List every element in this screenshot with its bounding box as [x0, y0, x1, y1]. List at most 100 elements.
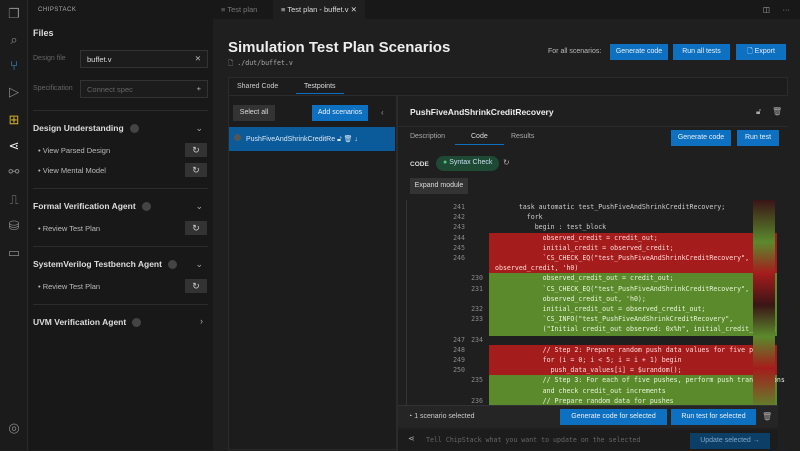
chipstack-sidebar: CHIPSTACK Files Design file buffet.v ✕ Sp…: [28, 0, 213, 450]
more-icon[interactable]: ···: [775, 0, 799, 19]
tab-bar: ≡ Test plan ≡ Test plan - buffet.v ✕ ◫ ·…: [213, 0, 800, 19]
tab-test-plan[interactable]: ≡ Test plan: [213, 0, 265, 19]
export-label: Export: [754, 48, 775, 55]
collapse-icon[interactable]: ‹: [381, 108, 384, 117]
file-path: 🗋 ./dut/buffet.v: [228, 59, 293, 67]
section-title: Design Understanding: [33, 123, 124, 133]
chevron-down-icon[interactable]: ⌄: [195, 123, 203, 134]
tab-results[interactable]: Results: [511, 133, 534, 140]
section-title: SystemVerilog Testbench Agent: [33, 259, 162, 269]
tab-test-plan-buffet[interactable]: ≡ Test plan - buffet.v ✕: [273, 0, 365, 19]
extensions-icon[interactable]: ⊞: [6, 112, 22, 128]
item-review-test-plan[interactable]: • Review Test Plan: [38, 282, 100, 291]
explorer-icon[interactable]: ❐: [6, 6, 22, 22]
design-file-input[interactable]: buffet.v ✕: [80, 50, 208, 68]
section-systemverilog-testbench[interactable]: SystemVerilog Testbench Agent: [33, 259, 177, 270]
tab-label: Test plan: [227, 5, 258, 14]
search-icon[interactable]: ⌕: [6, 32, 22, 48]
clear-icon[interactable]: ✕: [195, 54, 201, 63]
waveform-icon[interactable]: ⎍: [6, 192, 22, 208]
syntax-check-badge[interactable]: ● Syntax Check: [436, 156, 500, 171]
refresh-button[interactable]: ↻: [185, 143, 207, 157]
delete-icon[interactable]: 🗑︎: [772, 107, 782, 116]
export-button[interactable]: 🗋 Export: [736, 44, 786, 60]
chat-bar: ⋖ Tell ChipStack what you want to update…: [398, 430, 778, 450]
info-icon[interactable]: [132, 318, 142, 328]
lock-icon[interactable]: 🔓︎: [337, 136, 342, 143]
spec-label: Specification: [33, 85, 73, 92]
remote-icon[interactable]: ▭: [6, 245, 22, 261]
test-plan-panel: Shared Code Testpoints Select all Add sc…: [228, 77, 788, 451]
chevron-down-icon[interactable]: ⌄: [195, 259, 203, 270]
section-uvm-verification[interactable]: UVM Verification Agent: [33, 317, 142, 328]
add-icon[interactable]: +: [197, 84, 201, 93]
generate-code-button[interactable]: Generate code: [671, 130, 731, 146]
chipstack-icon[interactable]: ⋖: [6, 138, 22, 154]
run-debug-icon[interactable]: ▷: [6, 84, 22, 100]
select-all-button[interactable]: Select all: [233, 105, 275, 121]
sidebar-title: CHIPSTACK: [38, 7, 77, 13]
account-icon[interactable]: ◎: [6, 420, 22, 436]
generate-code-selected-button[interactable]: Generate code for selected: [560, 409, 667, 425]
selection-bar: ◔ 1 scenario selected Generate code for …: [398, 405, 778, 428]
refresh-button[interactable]: ↻: [185, 279, 207, 293]
section-title: Formal Verification Agent: [33, 201, 136, 211]
tab-label: Test plan - buffet.v: [287, 5, 349, 14]
tab-testpoints[interactable]: Testpoints: [296, 80, 344, 94]
item-view-mental-model[interactable]: • View Mental Model: [38, 166, 106, 175]
database-icon[interactable]: ⛁: [6, 218, 22, 234]
files-heading: Files: [33, 28, 54, 38]
info-icon[interactable]: [141, 202, 151, 212]
run-all-tests-button[interactable]: Run all tests: [673, 44, 730, 60]
scenario-row[interactable]: PushFiveAndShrinkCreditRe 🔓︎ 🗑︎ ↓: [229, 127, 395, 151]
source-control-icon[interactable]: ⑂: [6, 58, 22, 74]
checkbox[interactable]: [234, 134, 241, 141]
add-scenarios-button[interactable]: Add scenarios: [312, 105, 368, 121]
selected-text: 1 scenario selected: [414, 413, 475, 420]
item-view-parsed-design[interactable]: • View Parsed Design: [38, 146, 110, 155]
editor-area: ≡ Test plan ≡ Test plan - buffet.v ✕ ◫ ·…: [213, 0, 800, 451]
chat-input[interactable]: Tell ChipStack what you want to update o…: [426, 436, 676, 444]
page-title: Simulation Test Plan Scenarios: [228, 39, 451, 56]
chevron-down-icon[interactable]: ⌄: [195, 201, 203, 212]
item-label: Review Test Plan: [42, 224, 101, 233]
code-label: CODE: [410, 161, 429, 168]
tab-description[interactable]: Description: [410, 133, 445, 140]
spec-placeholder: Connect spec: [87, 85, 133, 94]
divider: [33, 246, 208, 247]
graph-icon[interactable]: ⚯: [6, 164, 22, 180]
design-file-value: buffet.v: [87, 55, 112, 64]
divider: [398, 126, 788, 127]
chevron-right-icon[interactable]: ›: [200, 316, 203, 326]
code-diff-editor[interactable]: 241 task automatic test_PushFiveAndShrin…: [406, 200, 786, 410]
file-path-text: ./dut/buffet.v: [237, 59, 293, 67]
scenario-name: PushFiveAndShrinkCreditRe: [246, 136, 336, 143]
info-icon[interactable]: [167, 260, 177, 270]
generate-code-all-button[interactable]: Generate code: [610, 44, 668, 60]
run-test-button[interactable]: Run test: [737, 130, 779, 146]
spec-input[interactable]: Connect spec +: [80, 80, 208, 98]
close-icon[interactable]: ✕: [351, 5, 357, 14]
section-design-understanding[interactable]: Design Understanding: [33, 123, 139, 134]
section-formal-verification[interactable]: Formal Verification Agent: [33, 201, 151, 212]
syntax-check-label: Syntax Check: [449, 159, 493, 166]
refresh-button[interactable]: ↻: [185, 163, 207, 177]
update-selected-button[interactable]: Update selected →: [690, 433, 770, 449]
tab-shared-code[interactable]: Shared Code: [237, 83, 278, 90]
for-all-label: For all scenarios:: [548, 48, 602, 55]
item-review-test-plan[interactable]: • Review Test Plan: [38, 224, 100, 233]
diff-overview-ruler[interactable]: [753, 200, 775, 410]
info-icon[interactable]: [129, 124, 139, 134]
delete-icon[interactable]: 🗑︎: [344, 136, 353, 143]
section-title: UVM Verification Agent: [33, 317, 127, 327]
divider: [33, 110, 208, 111]
expand-module-button[interactable]: Expand module: [410, 178, 468, 194]
download-icon[interactable]: ↓: [354, 136, 358, 143]
run-test-selected-button[interactable]: Run test for selected: [671, 409, 756, 425]
refresh-icon[interactable]: ↻: [503, 158, 510, 167]
tab-code[interactable]: Code: [455, 130, 504, 145]
delete-icon[interactable]: 🗑︎: [762, 412, 772, 421]
item-label: Review Test Plan: [42, 282, 101, 291]
lock-icon[interactable]: 🔓︎: [756, 107, 761, 117]
refresh-button[interactable]: ↻: [185, 221, 207, 235]
